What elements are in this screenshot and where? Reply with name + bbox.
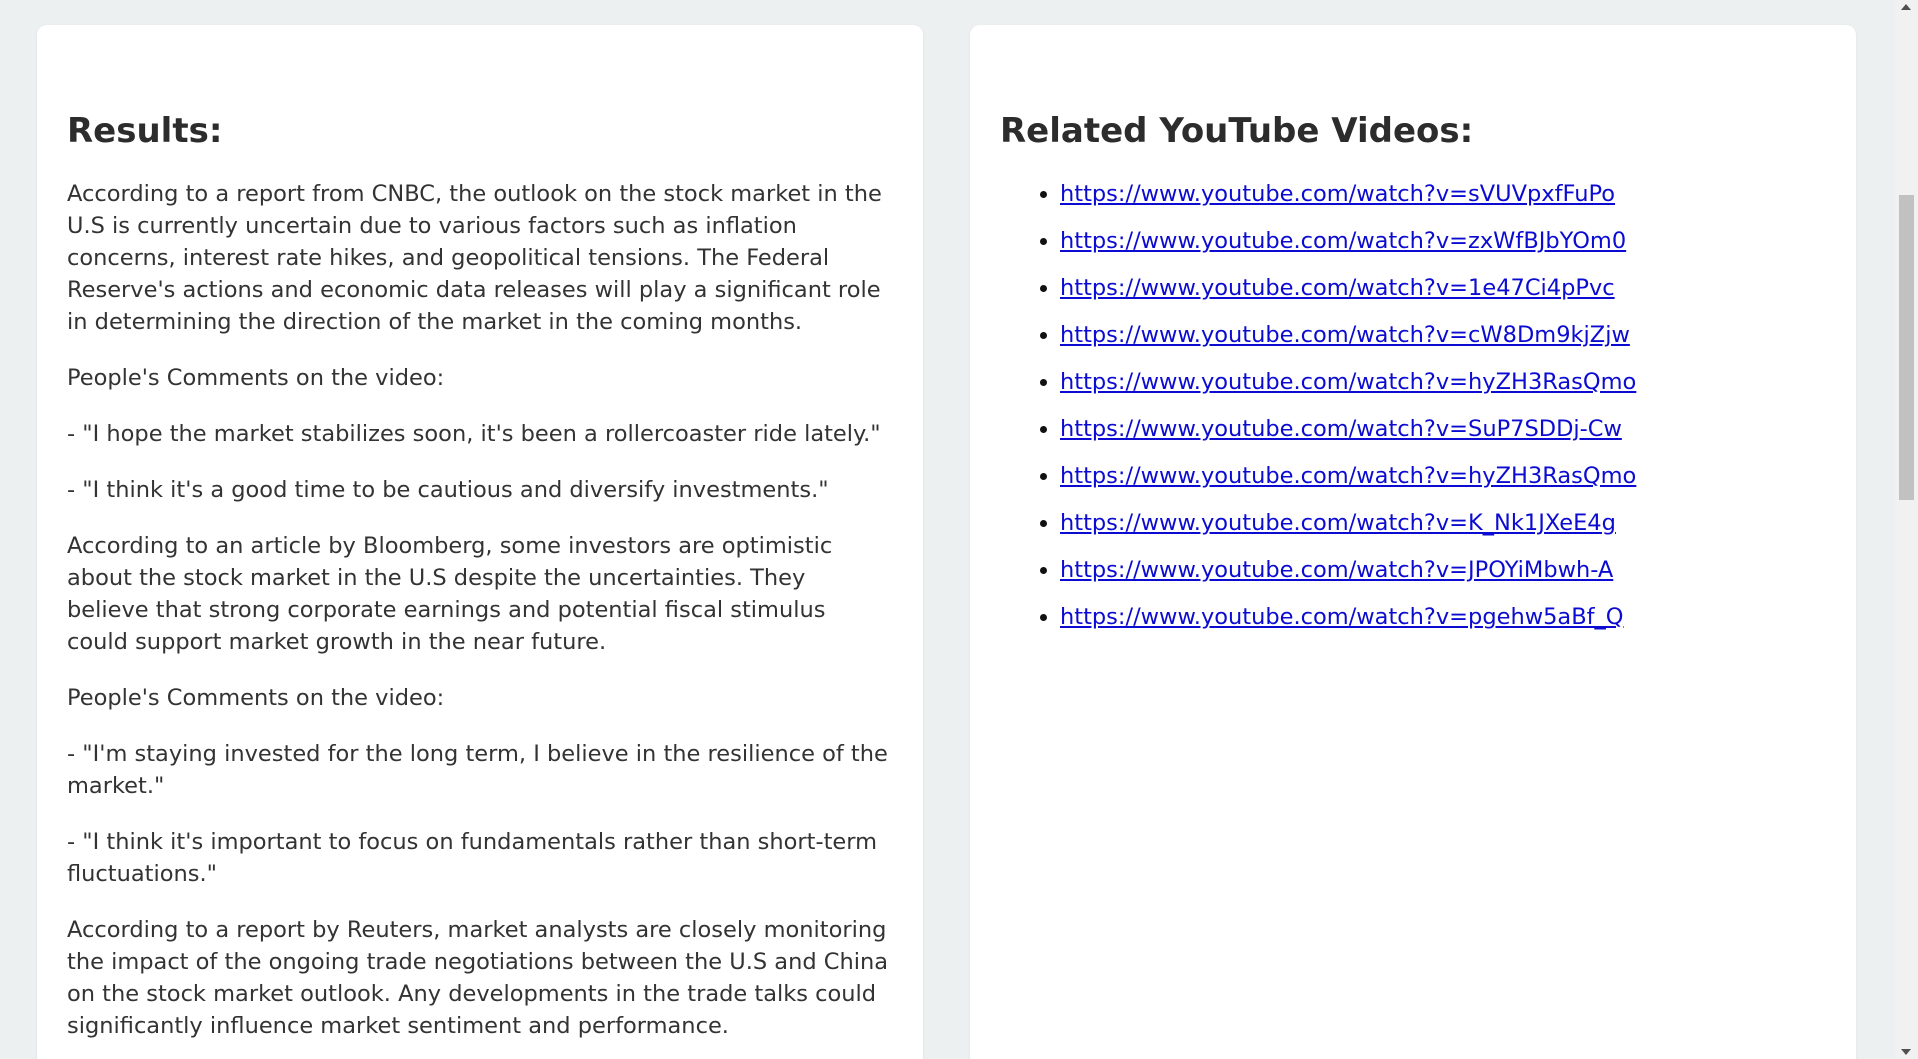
results-paragraph: People's Comments on the video: xyxy=(67,365,445,392)
list-item: https://www.youtube.com/watch?v=pgehw5aB… xyxy=(1060,601,1826,633)
list-item: https://www.youtube.com/watch?v=K_Nk1JXe… xyxy=(1060,507,1826,539)
scroll-up-arrow-icon[interactable] xyxy=(1901,4,1911,10)
results-paragraph: - "I'm staying invested for the long ter… xyxy=(67,741,888,800)
youtube-video-link[interactable]: https://www.youtube.com/watch?v=1e47Ci4p… xyxy=(1060,275,1615,301)
youtube-video-link[interactable]: https://www.youtube.com/watch?v=K_Nk1JXe… xyxy=(1060,510,1616,536)
results-paragraph: - "I hope the market stabilizes soon, it… xyxy=(67,421,881,448)
youtube-video-link[interactable]: https://www.youtube.com/watch?v=hyZH3Ras… xyxy=(1060,369,1636,395)
list-item: https://www.youtube.com/watch?v=cW8Dm9kj… xyxy=(1060,319,1826,351)
youtube-video-link[interactable]: https://www.youtube.com/watch?v=cW8Dm9kj… xyxy=(1060,322,1630,348)
results-paragraph: According to a report by Reuters, market… xyxy=(67,917,889,1040)
youtube-video-link[interactable]: https://www.youtube.com/watch?v=zxWfBJbY… xyxy=(1060,228,1626,254)
page: Results: According to a report from CNBC… xyxy=(0,0,1918,1059)
videos-panel: Related YouTube Videos: https://www.yout… xyxy=(970,25,1856,1059)
youtube-video-link[interactable]: https://www.youtube.com/watch?v=pgehw5aB… xyxy=(1060,604,1624,630)
results-paragraph: - "I think it's a good time to be cautio… xyxy=(67,477,829,504)
list-item: https://www.youtube.com/watch?v=hyZH3Ras… xyxy=(1060,366,1826,398)
list-item: https://www.youtube.com/watch?v=zxWfBJbY… xyxy=(1060,225,1826,257)
list-item: https://www.youtube.com/watch?v=hyZH3Ras… xyxy=(1060,460,1826,492)
youtube-video-link[interactable]: https://www.youtube.com/watch?v=SuP7SDDj… xyxy=(1060,416,1622,442)
vertical-scrollbar[interactable] xyxy=(1895,0,1918,1059)
results-paragraph: People's Comments on the video: xyxy=(67,685,445,712)
results-panel: Results: According to a report from CNBC… xyxy=(37,25,923,1059)
video-link-list: https://www.youtube.com/watch?v=sVUVpxfF… xyxy=(1000,178,1826,633)
youtube-video-link[interactable]: https://www.youtube.com/watch?v=JPOYiMbw… xyxy=(1060,557,1613,583)
results-paragraph: According to an article by Bloomberg, so… xyxy=(67,533,833,656)
scroll-down-arrow-icon[interactable] xyxy=(1901,1049,1911,1055)
list-item: https://www.youtube.com/watch?v=SuP7SDDj… xyxy=(1060,413,1826,445)
results-heading: Results: xyxy=(67,111,223,151)
list-item: https://www.youtube.com/watch?v=sVUVpxfF… xyxy=(1060,178,1826,210)
videos-heading: Related YouTube Videos: xyxy=(1000,111,1474,151)
list-item: https://www.youtube.com/watch?v=JPOYiMbw… xyxy=(1060,554,1826,586)
youtube-video-link[interactable]: https://www.youtube.com/watch?v=sVUVpxfF… xyxy=(1060,181,1615,207)
list-item: https://www.youtube.com/watch?v=1e47Ci4p… xyxy=(1060,272,1826,304)
scrollbar-thumb[interactable] xyxy=(1899,195,1914,500)
results-paragraph: - "I think it's important to focus on fu… xyxy=(67,829,878,888)
results-paragraph: According to a report from CNBC, the out… xyxy=(67,181,882,336)
youtube-video-link[interactable]: https://www.youtube.com/watch?v=hyZH3Ras… xyxy=(1060,463,1636,489)
